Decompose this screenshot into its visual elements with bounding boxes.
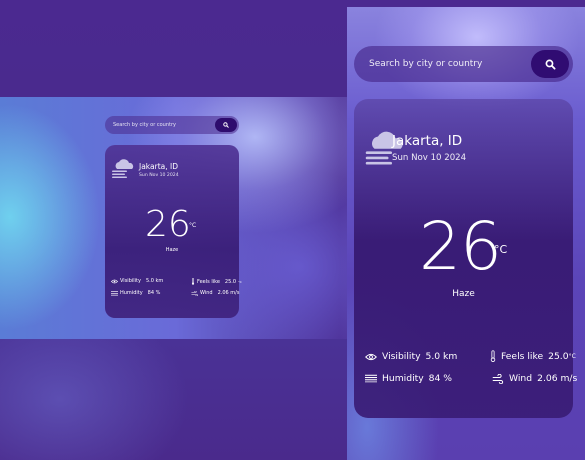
mini-visibility-value: 5.0 km [145,278,164,284]
search-input[interactable] [354,46,531,82]
phone-app-view: Jakarta, ID Sun Nov 10 2024 26 °C Haze V… [347,7,585,460]
wind-icon [191,290,198,296]
city-name: Jakarta, ID [392,133,463,149]
feels-like-row: Feels like 25.0 °C [490,350,576,362]
wind-value: 2.06 m/s [537,373,578,384]
mini-temperature: 26 [145,204,191,245]
wind-row: Wind 2.06 m/s [492,373,577,384]
humidity-lines-icon [111,290,118,295]
wind-icon [492,373,504,384]
date: Sun Nov 10 2024 [392,153,467,163]
mini-feels-like-label: Feels like [197,278,220,285]
mini-wind-value: 2.06 m/s [217,290,240,296]
mini-feels-like-value: 25.0 [224,278,237,285]
temperature: 26 [419,208,502,285]
search-bar [354,46,573,82]
search-icon [545,59,556,70]
eye-icon [365,353,377,361]
feels-like-value: 25.0 [548,350,569,362]
mini-search-button[interactable] [215,118,237,132]
mini-feels-like-row: Feels like 25.0 °C [191,278,242,285]
visibility-label: Visibility [382,351,421,362]
humidity-value: 84 % [428,373,453,384]
feels-like-unit: °C [568,352,576,360]
mini-wind-label: Wind [200,290,213,296]
search-button[interactable] [531,50,569,78]
mini-weather-card: Jakarta, ID Sun Nov 10 2024 26 °C Haze V… [105,145,242,318]
mini-visibility-row: Visibility 5.0 km [111,278,163,284]
visibility-row: Visibility 5.0 km [365,351,457,362]
temperature-unit: °C [494,243,508,256]
humidity-lines-icon [365,374,377,383]
mini-humidity-row: Humidity 84 % [111,290,160,296]
mini-visibility-label: Visibility [120,278,141,284]
mini-humidity-value: 84 % [147,290,161,296]
visibility-value: 5.0 km [425,351,458,362]
wind-label: Wind [509,373,533,384]
search-icon [223,122,229,128]
mini-wind-row: Wind 2.06 m/s [191,290,239,296]
thermometer-icon [490,350,496,362]
mini-date: Sun Nov 10 2024 [139,173,179,178]
weather-card: Jakarta, ID Sun Nov 10 2024 26 °C Haze V… [354,99,577,418]
mini-search-bar[interactable]: Search by city or country [105,116,239,134]
thermometer-icon [191,278,195,285]
mini-city-name: Jakarta, ID [139,162,178,171]
mini-condition: Haze [165,247,179,253]
humidity-label: Humidity [382,373,424,384]
mini-feels-like-unit: °C [238,279,242,284]
feels-like-label: Feels like [501,350,544,362]
humidity-row: Humidity 84 % [365,373,452,384]
mini-search-placeholder: Search by city or country [113,122,176,128]
haze-cloud-icon [112,159,134,178]
eye-icon [111,279,118,283]
mini-temperature-unit: °C [189,222,197,229]
mini-humidity-label: Humidity [120,290,143,296]
weather-condition: Haze [452,289,475,299]
